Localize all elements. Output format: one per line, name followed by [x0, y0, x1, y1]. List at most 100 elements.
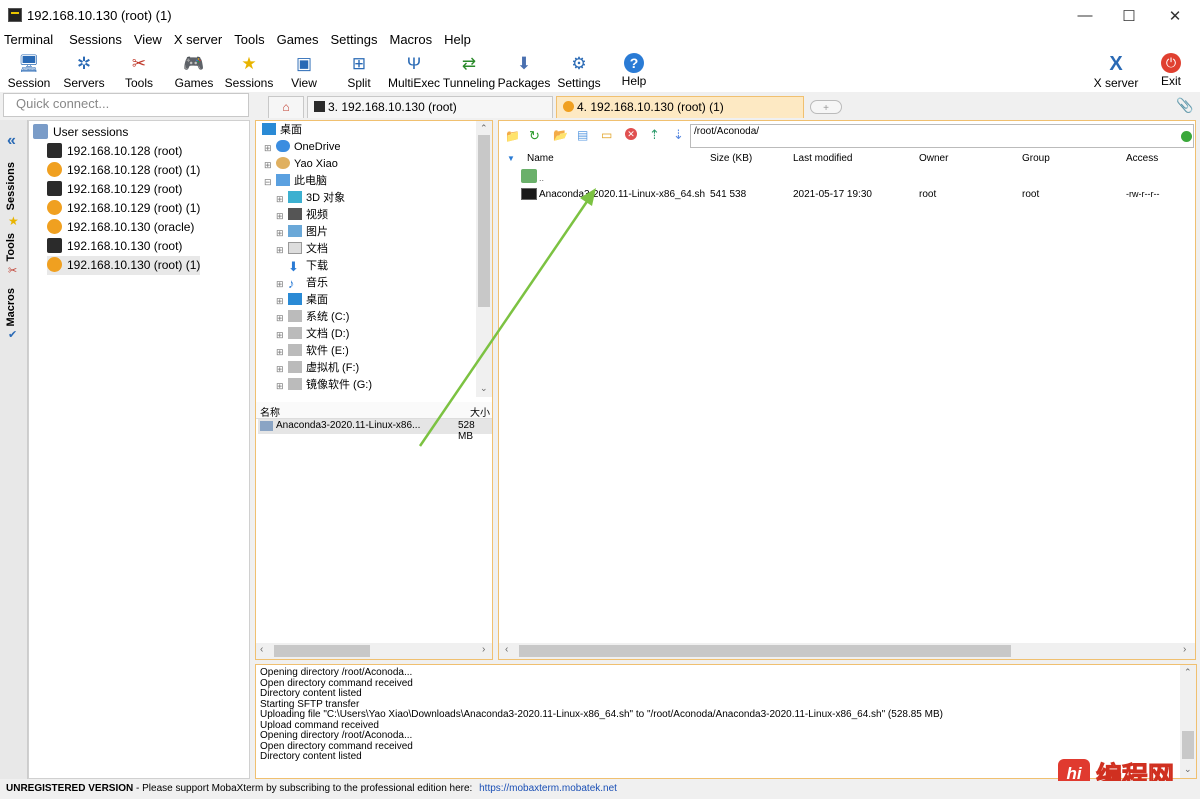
session-item[interactable]: 192.168.10.130 (root) — [47, 237, 182, 256]
scroll-right-icon[interactable]: › — [1183, 644, 1186, 655]
split-button[interactable]: ⊞ Split — [330, 50, 388, 92]
exit-button[interactable]: ⏻ Exit — [1142, 50, 1200, 92]
collapse-icon[interactable]: « — [7, 132, 16, 150]
settings-button[interactable]: ⚙ Settings — [550, 50, 608, 92]
go-icon[interactable] — [1181, 131, 1192, 142]
col-name[interactable]: 名称 — [260, 404, 280, 419]
menu-macros[interactable]: Macros — [385, 31, 436, 50]
view-button[interactable]: ▣ View — [275, 50, 333, 92]
tree-item-this-pc[interactable]: 此电脑 — [276, 173, 327, 190]
session-item[interactable]: 192.168.10.128 (root) (1) — [47, 161, 200, 180]
expand-icon[interactable]: ⊞ — [276, 313, 284, 324]
expand-icon[interactable]: ⊞ — [264, 160, 272, 171]
scroll-up-icon[interactable]: ⌃ — [1184, 667, 1192, 678]
col-owner[interactable]: Owner — [919, 153, 948, 164]
collapse-node-icon[interactable]: ⊟ — [264, 177, 272, 188]
expand-icon[interactable]: ⊞ — [276, 330, 284, 341]
tree-item-3d[interactable]: 3D 对象 — [288, 190, 345, 207]
help-button[interactable]: ? Help — [605, 50, 663, 92]
col-name[interactable]: Name — [527, 153, 554, 164]
folder-icon[interactable]: ▭ — [601, 128, 612, 142]
tree-item-videos[interactable]: 视频 — [288, 207, 328, 224]
menu-games[interactable]: Games — [273, 31, 323, 50]
tab-session-4[interactable]: 4. 192.168.10.130 (root) (1) — [556, 96, 804, 118]
expand-icon[interactable]: ⊞ — [276, 279, 284, 290]
download-icon[interactable]: ⇣ — [673, 127, 684, 143]
close-button[interactable]: ✕ — [1152, 0, 1198, 31]
expand-icon[interactable]: ⊞ — [276, 381, 284, 392]
multiexec-button[interactable]: Ψ MultiExec — [385, 50, 443, 92]
tree-item-drive-c[interactable]: 系统 (C:) — [288, 309, 349, 326]
minimize-button[interactable]: — — [1062, 0, 1108, 31]
session-button[interactable]: 🖥 Session — [0, 50, 58, 92]
session-item[interactable]: 192.168.10.129 (root) (1) — [47, 199, 200, 218]
menu-sessions[interactable]: Sessions — [65, 31, 126, 50]
quick-connect-input[interactable]: Quick connect... — [3, 93, 249, 117]
sidetab-sessions[interactable]: Sessions — [5, 162, 17, 210]
local-hscrollbar[interactable]: ‹ › — [256, 643, 492, 659]
tree-item-documents[interactable]: 文档 — [288, 241, 328, 258]
tree-item-onedrive[interactable]: OneDrive — [276, 139, 340, 156]
tools-button[interactable]: ✂ Tools — [110, 50, 168, 92]
refresh-icon[interactable]: ↻ — [529, 128, 540, 144]
user-sessions-folder[interactable]: User sessions — [33, 123, 128, 142]
parent-folder-icon[interactable]: 📁 — [505, 129, 521, 143]
tree-item-drive-g[interactable]: 镜像软件 (G:) — [288, 377, 372, 394]
maximize-button[interactable]: ☐ — [1106, 0, 1152, 31]
expand-icon[interactable]: ⊞ — [276, 194, 284, 205]
tree-item-user[interactable]: Yao Xiao — [276, 156, 338, 173]
menu-terminal[interactable]: Terminal — [0, 31, 57, 50]
tree-item-downloads[interactable]: ⬇ 下载 — [288, 258, 328, 275]
scroll-left-icon[interactable]: ‹ — [260, 644, 263, 655]
expand-icon[interactable]: ⊞ — [276, 296, 284, 307]
new-tab-button[interactable]: + — [810, 100, 842, 114]
col-group[interactable]: Group — [1022, 153, 1050, 164]
tunneling-button[interactable]: ⇄ Tunneling — [440, 50, 498, 92]
servers-button[interactable]: ✲ Servers — [55, 50, 113, 92]
sessions-button[interactable]: ★ Sessions — [220, 50, 278, 92]
expand-icon[interactable]: ⊞ — [276, 364, 284, 375]
scroll-left-icon[interactable]: ‹ — [505, 644, 508, 655]
tree-item-desktop[interactable]: 桌面 — [262, 122, 302, 139]
tree-item-drive-d[interactable]: 文档 (D:) — [288, 326, 349, 343]
menu-help[interactable]: Help — [440, 31, 475, 50]
session-item[interactable]: 192.168.10.130 (oracle) — [47, 218, 194, 237]
scroll-thumb[interactable] — [519, 645, 1011, 657]
upload-icon[interactable]: ⇡ — [649, 127, 660, 143]
remote-file-row[interactable]: Anaconda3-2020.11-Linux-x86_64.sh 541 53… — [519, 187, 1195, 203]
delete-icon[interactable]: ✕ — [625, 128, 637, 140]
expand-icon[interactable]: ⊞ — [264, 143, 272, 154]
expand-icon[interactable]: ⊞ — [276, 228, 284, 239]
session-item-selected[interactable]: 192.168.10.130 (root) (1) — [47, 256, 201, 275]
scroll-thumb[interactable] — [1182, 731, 1194, 759]
sidetab-macros[interactable]: Macros — [5, 288, 17, 327]
remote-path-input[interactable]: /root/Aconoda/ — [690, 124, 1194, 148]
paperclip-icon[interactable]: 📎 — [1176, 97, 1193, 114]
col-access[interactable]: Access — [1126, 153, 1158, 164]
col-size[interactable]: Size (KB) — [710, 153, 752, 164]
menu-tools[interactable]: Tools — [230, 31, 268, 50]
tree-item-drive-e[interactable]: 软件 (E:) — [288, 343, 349, 360]
expand-icon[interactable]: ⊞ — [276, 347, 284, 358]
tree-item-pictures[interactable]: 图片 — [288, 224, 328, 241]
expand-icon[interactable]: ⊞ — [276, 245, 284, 256]
remote-hscrollbar[interactable]: ‹ › — [499, 643, 1195, 659]
session-item[interactable]: 192.168.10.129 (root) — [47, 180, 182, 199]
col-modified[interactable]: Last modified — [793, 153, 852, 164]
new-folder-icon[interactable]: 📂 — [553, 128, 568, 142]
new-file-icon[interactable]: ▤ — [577, 128, 588, 142]
scroll-right-icon[interactable]: › — [482, 644, 485, 655]
menu-xserver[interactable]: X server — [170, 31, 226, 50]
tree-item-drive-f[interactable]: 虚拟机 (F:) — [288, 360, 359, 377]
xserver-button[interactable]: X X server — [1087, 50, 1145, 92]
tree-item-music[interactable]: ♪ 音乐 — [288, 275, 328, 292]
sidetab-tools[interactable]: Tools — [5, 233, 17, 262]
packages-button[interactable]: ⬇ Packages — [495, 50, 553, 92]
status-link[interactable]: https://mobaxterm.mobatek.net — [479, 783, 617, 794]
games-button[interactable]: 🎮 Games — [165, 50, 223, 92]
session-item[interactable]: 192.168.10.128 (root) — [47, 142, 182, 161]
scroll-up-icon[interactable]: ⌃ — [480, 123, 488, 134]
expand-icon[interactable]: ⊞ — [276, 211, 284, 222]
menu-settings[interactable]: Settings — [327, 31, 382, 50]
scroll-thumb[interactable] — [274, 645, 370, 657]
